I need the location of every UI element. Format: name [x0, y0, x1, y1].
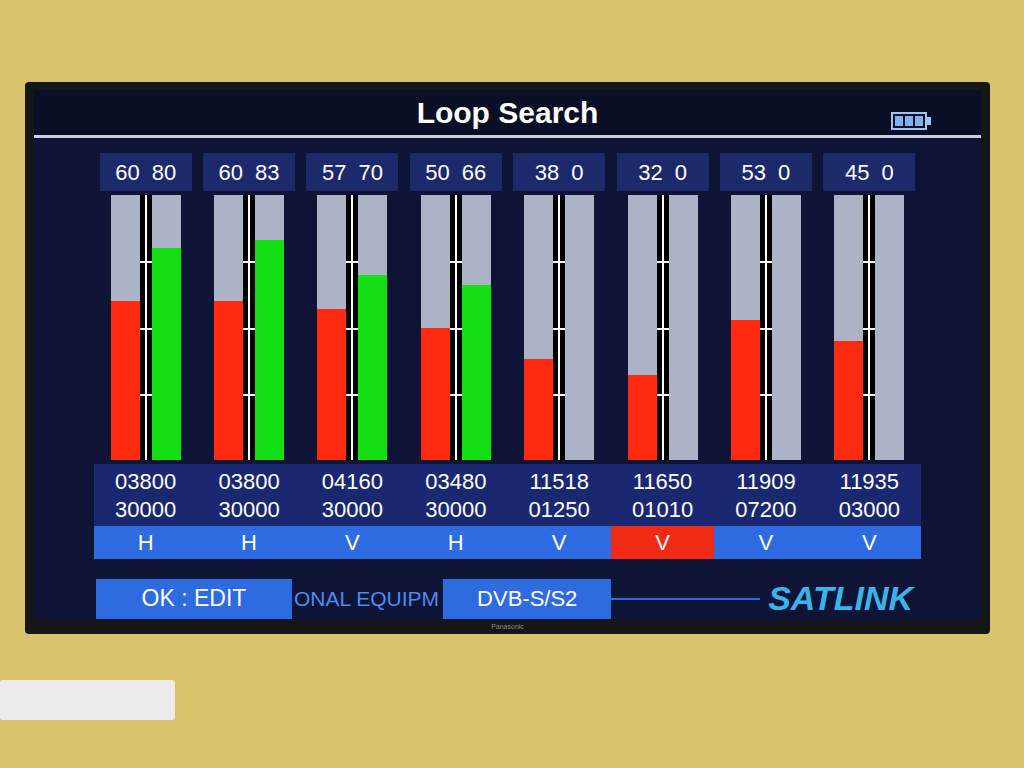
quality-fill	[462, 285, 491, 460]
frequency: 11518	[529, 468, 589, 496]
symbol-rate: 07200	[735, 496, 796, 524]
strength-fill	[214, 301, 243, 460]
quality-value: 80	[152, 156, 176, 189]
strength-value: 60	[115, 156, 139, 189]
screen: Loop Search 60800380030000H6083038003000…	[34, 90, 981, 620]
quality-fill	[358, 275, 387, 461]
polarity-cell[interactable]: H	[197, 526, 300, 559]
polarity-cell[interactable]: V	[611, 526, 714, 559]
strength-value: 32	[638, 156, 662, 189]
channel-column[interactable]: 38 0 1151801250V	[508, 153, 611, 559]
meter-track	[524, 195, 594, 460]
channel-column[interactable]: 60 83 0380030000H	[197, 153, 300, 559]
screen-title: Loop Search	[417, 90, 599, 135]
polarity: V	[552, 526, 567, 559]
quality-value: 0	[778, 156, 790, 189]
polarity-cell[interactable]: H	[94, 526, 197, 559]
strength-value: 45	[845, 156, 869, 189]
channel-column[interactable]: 53 0 1190907200V	[714, 153, 817, 559]
strength-fill	[731, 320, 760, 460]
strength-value: 57	[322, 156, 346, 189]
quality-fill	[152, 248, 181, 460]
strength-fill	[628, 375, 657, 460]
ticker-text: ONAL EQUIPM	[294, 583, 439, 615]
strength-value: 60	[219, 156, 243, 189]
channel-column[interactable]: 32 0 1165001010V	[611, 153, 714, 559]
strength-fill	[524, 359, 553, 460]
symbol-rate: 01010	[632, 496, 693, 524]
meter-track	[731, 195, 801, 460]
polarity: H	[448, 526, 464, 559]
strength-fill	[421, 328, 450, 461]
polarity: H	[138, 526, 154, 559]
polarity-cell[interactable]: V	[818, 526, 921, 559]
tv-brand: Panasonic	[491, 623, 524, 630]
meter-track	[214, 195, 284, 460]
symbol-rate: 30000	[115, 496, 176, 524]
polarity-cell[interactable]: V	[714, 526, 817, 559]
quality-value: 0	[675, 156, 687, 189]
frequency: 03800	[218, 468, 279, 496]
polarity-cell[interactable]: H	[404, 526, 507, 559]
symbol-rate: 30000	[425, 496, 486, 524]
meter-track	[628, 195, 698, 460]
channel-column[interactable]: 60 80 0380030000H	[94, 153, 197, 559]
meter-track	[317, 195, 387, 460]
strength-value: 50	[425, 156, 449, 189]
strength-value: 38	[535, 156, 559, 189]
polarity: H	[241, 526, 257, 559]
quality-value: 83	[255, 156, 279, 189]
quality-value: 70	[358, 156, 382, 189]
polarity: V	[655, 526, 670, 559]
channel-column[interactable]: 45 0 1193503000V	[818, 153, 921, 559]
polarity-cell[interactable]: V	[301, 526, 404, 559]
frequency: 03800	[115, 468, 176, 496]
quality-value: 0	[571, 156, 583, 189]
polarity: V	[345, 526, 360, 559]
symbol-rate: 30000	[218, 496, 279, 524]
meter-track	[834, 195, 904, 460]
set-top-box	[0, 680, 175, 720]
polarity-cell[interactable]: V	[508, 526, 611, 559]
symbol-rate: 01250	[529, 496, 590, 524]
quality-fill	[255, 240, 284, 460]
frequency: 03480	[425, 468, 486, 496]
symbol-rate: 30000	[322, 496, 383, 524]
symbol-rate: 03000	[839, 496, 900, 524]
strength-value: 53	[742, 156, 766, 189]
frequency: 11650	[633, 468, 693, 496]
meter-track	[111, 195, 181, 460]
strength-fill	[834, 341, 863, 460]
polarity: V	[759, 526, 774, 559]
edit-hint[interactable]: OK : EDIT	[142, 581, 247, 616]
strength-fill	[111, 301, 140, 460]
polarity: V	[862, 526, 877, 559]
quality-value: 66	[462, 156, 486, 189]
channel-column[interactable]: 57 70 0416030000V	[301, 153, 404, 559]
battery-icon	[891, 112, 931, 130]
satlink-logo: SATLINK	[768, 573, 913, 624]
quality-value: 0	[881, 156, 893, 189]
frequency: 11935	[840, 468, 900, 496]
mode-label: DVB-S/S2	[477, 582, 577, 615]
tv: Loop Search 60800380030000H6083038003000…	[25, 82, 990, 634]
meter-track	[421, 195, 491, 460]
strength-fill	[317, 309, 346, 460]
frequency: 11909	[736, 468, 796, 496]
frequency: 04160	[322, 468, 383, 496]
channel-column[interactable]: 50 66 0348030000H	[404, 153, 507, 559]
